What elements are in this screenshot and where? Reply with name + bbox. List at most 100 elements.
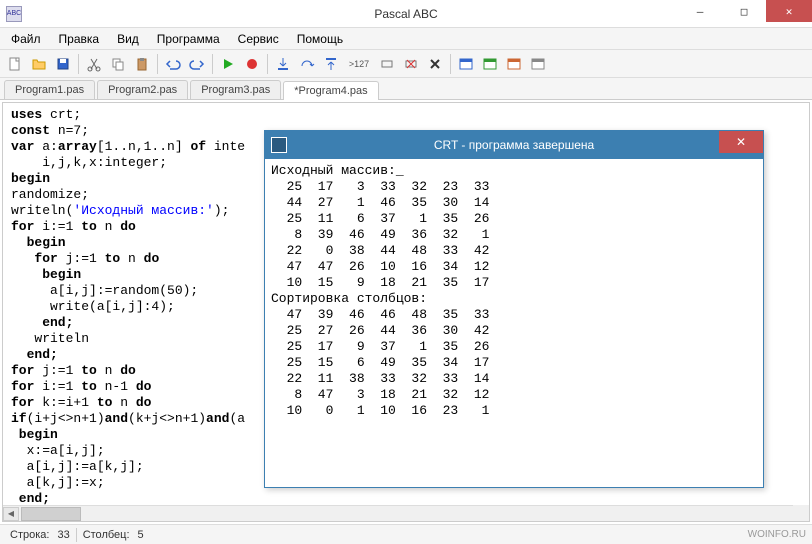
new-file-icon[interactable] — [4, 53, 26, 75]
undo-icon[interactable] — [162, 53, 184, 75]
window2-icon[interactable] — [479, 53, 501, 75]
app-title: Pascal ABC — [374, 7, 437, 21]
menu-edit[interactable]: Правка — [50, 28, 109, 49]
crt-output: Исходный массив:_ 25 17 3 33 32 23 33 44… — [265, 159, 763, 423]
code-text: crt; — [42, 107, 81, 122]
crt-titlebar[interactable]: CRT - программа завершена ✕ — [265, 131, 763, 159]
kw-to: to — [81, 363, 97, 378]
code-text: n — [120, 251, 143, 266]
status-col-label: Столбец: — [79, 529, 134, 541]
step-into-icon[interactable] — [272, 53, 294, 75]
statusbar: Строка: 33 Столбец: 5 — [0, 524, 812, 544]
kw-array: array — [58, 139, 97, 154]
code-text: i:=1 — [34, 379, 81, 394]
separator — [76, 528, 77, 542]
code-text: n — [97, 363, 120, 378]
tab-program3[interactable]: Program3.pas — [190, 80, 281, 99]
window-controls: — □ ✕ — [678, 0, 812, 27]
kw-end: end; — [11, 347, 58, 362]
step-over-icon[interactable] — [296, 53, 318, 75]
redo-icon[interactable] — [186, 53, 208, 75]
code-text: a: — [34, 139, 57, 154]
status-line-label: Строка: — [6, 529, 53, 541]
maximize-button[interactable]: □ — [722, 0, 766, 22]
code-text: (k+j<>n+1) — [128, 411, 206, 426]
scroll-thumb[interactable] — [21, 507, 81, 521]
minimize-button[interactable]: — — [678, 0, 722, 22]
kw-and: and — [206, 411, 229, 426]
window3-icon[interactable] — [503, 53, 525, 75]
scroll-corner — [793, 505, 809, 521]
kw-end: end; — [11, 491, 50, 506]
kw-and: and — [105, 411, 128, 426]
kw-begin: begin — [11, 267, 81, 282]
watermark: WOINFO.RU — [748, 529, 806, 540]
separator — [78, 54, 79, 74]
cut-icon[interactable] — [83, 53, 105, 75]
kw-do: do — [144, 251, 160, 266]
kw-begin: begin — [11, 427, 58, 442]
kw-uses: uses — [11, 107, 42, 122]
app-icon: ABC — [6, 6, 22, 22]
paste-icon[interactable] — [131, 53, 153, 75]
tab-program4[interactable]: *Program4.pas — [283, 81, 378, 100]
close-button[interactable]: ✕ — [766, 0, 812, 22]
save-icon[interactable] — [52, 53, 74, 75]
step-out-icon[interactable] — [320, 53, 342, 75]
kw-of: of — [190, 139, 206, 154]
kw-do: do — [136, 379, 152, 394]
kw-to: to — [81, 219, 97, 234]
toolbar: >127 — [0, 50, 812, 78]
code-text: n — [97, 219, 120, 234]
kw-for: for — [11, 219, 34, 234]
run-icon[interactable] — [217, 53, 239, 75]
kw-to: to — [81, 379, 97, 394]
kw-do: do — [120, 363, 136, 378]
stop-icon[interactable] — [241, 53, 263, 75]
breakpoint-icon[interactable] — [376, 53, 398, 75]
crt-icon — [271, 137, 287, 153]
menu-file[interactable]: Файл — [2, 28, 50, 49]
kw-do: do — [136, 395, 152, 410]
clear-breakpoints-icon[interactable] — [400, 53, 422, 75]
step-number-icon[interactable]: >127 — [344, 53, 374, 75]
code-text: i,j,k,x:integer; — [11, 155, 167, 170]
menu-service[interactable]: Сервис — [229, 28, 288, 49]
window4-icon[interactable] — [527, 53, 549, 75]
file-tabs: Program1.pas Program2.pas Program3.pas *… — [0, 78, 812, 100]
code-text: k:=i+1 — [34, 395, 96, 410]
code-text: (i+j<>n+1) — [27, 411, 105, 426]
kw-to: to — [105, 251, 121, 266]
scroll-left-icon[interactable]: ◀ — [3, 507, 19, 521]
code-text: a[k,j]:=x; — [11, 475, 105, 490]
open-file-icon[interactable] — [28, 53, 50, 75]
status-col-value: 5 — [134, 529, 148, 541]
separator — [157, 54, 158, 74]
menubar: Файл Правка Вид Программа Сервис Помощь — [0, 28, 812, 50]
kw-begin: begin — [11, 171, 50, 186]
horizontal-scrollbar[interactable]: ◀ — [3, 505, 793, 521]
kw-for: for — [11, 395, 34, 410]
menu-help[interactable]: Помощь — [288, 28, 352, 49]
cancel-icon[interactable] — [424, 53, 446, 75]
kw-end: end; — [11, 315, 73, 330]
code-text: (a — [229, 411, 245, 426]
tab-program2[interactable]: Program2.pas — [97, 80, 188, 99]
copy-icon[interactable] — [107, 53, 129, 75]
crt-close-button[interactable]: ✕ — [719, 131, 763, 153]
tab-program1[interactable]: Program1.pas — [4, 80, 95, 99]
code-text: j:=1 — [34, 363, 81, 378]
separator — [212, 54, 213, 74]
kw-var: var — [11, 139, 34, 154]
code-text: a[i,j]:=a[k,j]; — [11, 459, 144, 474]
menu-program[interactable]: Программа — [148, 28, 229, 49]
code-text: write(a[i,j]:4); — [11, 299, 175, 314]
code-text: ); — [214, 203, 230, 218]
code-text: randomize; — [11, 187, 89, 202]
menu-view[interactable]: Вид — [108, 28, 148, 49]
kw-for: for — [11, 379, 34, 394]
crt-output-window[interactable]: CRT - программа завершена ✕ Исходный мас… — [264, 130, 764, 488]
kw-const: const — [11, 123, 50, 138]
window1-icon[interactable] — [455, 53, 477, 75]
kw-to: to — [97, 395, 113, 410]
